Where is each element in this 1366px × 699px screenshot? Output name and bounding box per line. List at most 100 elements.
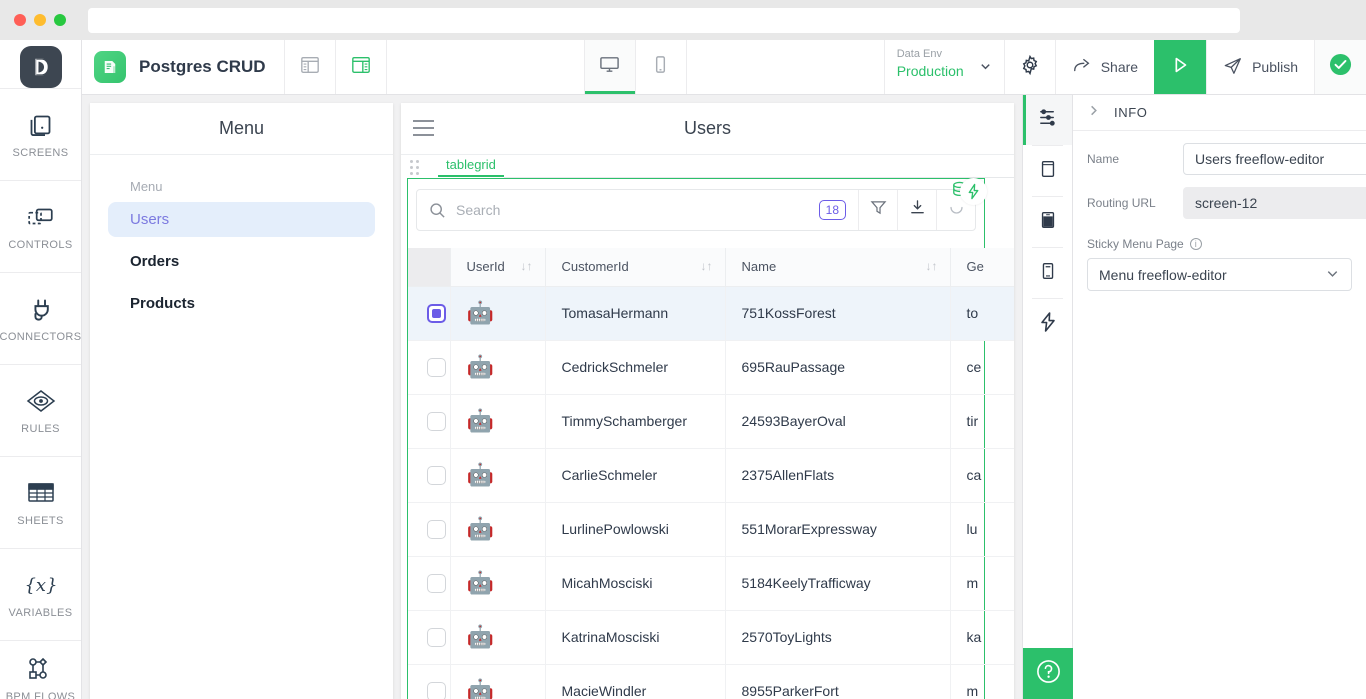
menu-item-products[interactable]: Products <box>108 286 375 321</box>
row-checkbox[interactable] <box>427 357 447 377</box>
sidebar-item-label: CONNECTORS <box>0 331 82 343</box>
menu-widget[interactable]: Menu Menu Users Orders Products <box>90 103 393 699</box>
close-window-button[interactable] <box>14 14 26 26</box>
menu-item-users[interactable]: Users <box>108 202 375 237</box>
svg-text:{x}: {x} <box>24 575 57 596</box>
sort-icon[interactable]: ↓↑ <box>926 259 938 273</box>
help-button[interactable] <box>1023 648 1074 699</box>
rail-mobile-landscape-button[interactable] <box>1023 197 1072 247</box>
cell-customerid: 695RauPassage <box>725 340 951 395</box>
row-checkbox[interactable] <box>427 627 447 647</box>
download-button[interactable] <box>897 190 936 230</box>
cell-userid: TimmySchamberger <box>545 394 726 449</box>
refresh-button[interactable] <box>936 178 987 230</box>
table-row[interactable]: 🤖 KatrinaMosciski 2570ToyLights ka <box>408 610 1014 665</box>
panel-right-toggle[interactable] <box>334 40 386 94</box>
maximize-window-button[interactable] <box>54 14 66 26</box>
sidebar-item-bpm-flows[interactable]: BPM FLOWS Add on <box>0 640 81 699</box>
row-checkbox-cell[interactable] <box>408 502 451 557</box>
drag-handle-icon[interactable] <box>410 160 428 175</box>
table-row[interactable]: 🤖 LurlinePowlowski 551MorarExpressway lu <box>408 502 1014 557</box>
minimize-window-button[interactable] <box>34 14 46 26</box>
table-row[interactable]: 🤖 MacieWindler 8955ParkerFort m <box>408 664 1014 699</box>
sidebar-item-controls[interactable]: CONTROLS <box>0 180 81 272</box>
viewport-mobile-button[interactable] <box>634 40 686 94</box>
table-row[interactable]: 🤖 CedrickSchmeler 695RauPassage ce <box>408 340 1014 395</box>
status-badge[interactable] <box>1314 40 1366 94</box>
cell-userid: CarlieSchmeler <box>545 448 726 503</box>
info-panel-header[interactable]: INFO <box>1073 95 1366 131</box>
left-sidebar: SCREENS CONTROLS CONNECTORS RULES SHEETS… <box>0 40 82 699</box>
row-checkbox-cell[interactable] <box>408 394 451 449</box>
rail-properties-button[interactable] <box>1023 95 1072 145</box>
mobile-icon <box>650 54 671 80</box>
rail-actions-button[interactable] <box>1023 299 1072 349</box>
widget-tab-tablegrid[interactable]: tablegrid <box>438 157 504 177</box>
sticky-menu-select[interactable]: Menu freeflow-editor <box>1087 258 1352 291</box>
search-icon <box>417 202 456 219</box>
search-input[interactable] <box>456 202 819 218</box>
sidebar-item-connectors[interactable]: CONNECTORS <box>0 272 81 364</box>
app-logo[interactable] <box>19 46 62 88</box>
table-row[interactable]: 🤖 MicahMosciski 5184KeelyTrafficway m <box>408 556 1014 611</box>
menu-item-label: Users <box>130 211 170 228</box>
column-header-customerid[interactable]: CustomerId ↓↑ <box>545 248 726 287</box>
sort-icon[interactable]: ↓↑ <box>521 259 533 273</box>
row-checkbox-cell[interactable] <box>408 664 451 699</box>
row-checkbox[interactable] <box>427 573 447 593</box>
sidebar-item-sheets[interactable]: SHEETS <box>0 456 81 548</box>
publish-button[interactable]: Publish <box>1206 40 1314 94</box>
sidebar-item-label: CONTROLS <box>8 239 73 251</box>
cell-avatar: 🤖 <box>450 394 546 449</box>
table-row[interactable]: 🤖 TimmySchamberger 24593BayerOval tir <box>408 394 1014 449</box>
name-input[interactable] <box>1183 143 1366 175</box>
chevron-right-icon[interactable] <box>1087 104 1100 122</box>
sidebar-item-label: BPM FLOWS <box>5 690 76 699</box>
share-button[interactable]: Share <box>1054 40 1154 94</box>
sidebar-item-variables[interactable]: {x} VARIABLES <box>0 548 81 640</box>
filter-button[interactable] <box>858 190 897 230</box>
preview-button[interactable] <box>1154 40 1207 94</box>
row-checkbox-cell[interactable] <box>408 340 451 395</box>
column-header-userid[interactable]: UserId ↓↑ <box>450 248 546 287</box>
row-checkbox-cell[interactable] <box>408 286 451 341</box>
rail-phone-button[interactable] <box>1023 248 1072 298</box>
data-env-selector[interactable]: Data Env Production <box>883 40 1004 94</box>
row-checkbox-cell[interactable] <box>408 448 451 503</box>
info-icon[interactable]: i <box>1189 238 1202 250</box>
table-row[interactable]: 🤖 CarlieSchmeler 2375AllenFlats ca <box>408 448 1014 503</box>
cell-avatar: 🤖 <box>450 340 546 395</box>
chevron-down-icon <box>979 60 992 78</box>
panel-left-toggle[interactable] <box>283 40 335 94</box>
rail-tablet-button[interactable] <box>1023 146 1072 196</box>
row-checkbox[interactable] <box>427 303 447 323</box>
row-checkbox[interactable] <box>427 411 447 431</box>
sidebar-item-rules[interactable]: RULES <box>0 364 81 456</box>
row-checkbox[interactable] <box>427 465 447 485</box>
sort-icon[interactable]: ↓↑ <box>701 259 713 273</box>
hamburger-menu-icon[interactable] <box>413 120 434 141</box>
row-checkbox-cell[interactable] <box>408 556 451 611</box>
row-checkbox-cell[interactable] <box>408 610 451 665</box>
cell-avatar: 🤖 <box>450 286 546 341</box>
column-header-name[interactable]: Name ↓↑ <box>725 248 951 287</box>
sidebar-item-label: RULES <box>21 423 60 435</box>
sidebar-item-screens[interactable]: SCREENS <box>0 88 81 180</box>
column-label: Ge <box>966 259 984 275</box>
lightning-icon <box>960 178 987 205</box>
cell-userid: TomasaHermann <box>545 286 726 341</box>
row-count-badge[interactable]: 18 <box>818 200 846 220</box>
sidebar-item-label: SHEETS <box>17 515 64 527</box>
table-row[interactable]: 🤖 TomasaHermann 751KossForest to <box>408 286 1014 341</box>
select-all-header[interactable] <box>408 248 451 287</box>
row-checkbox[interactable] <box>427 681 447 699</box>
tablegrid-widget: 18 <box>407 178 1014 699</box>
viewport-desktop-button[interactable] <box>583 40 635 94</box>
row-checkbox[interactable] <box>427 519 447 539</box>
address-bar[interactable] <box>88 8 1240 33</box>
settings-button[interactable] <box>1003 40 1055 94</box>
cell-userid: LurlinePowlowski <box>545 502 726 557</box>
column-header-ge[interactable]: Ge <box>950 248 1014 287</box>
routing-url-input[interactable] <box>1183 187 1366 219</box>
menu-item-orders[interactable]: Orders <box>108 244 375 279</box>
